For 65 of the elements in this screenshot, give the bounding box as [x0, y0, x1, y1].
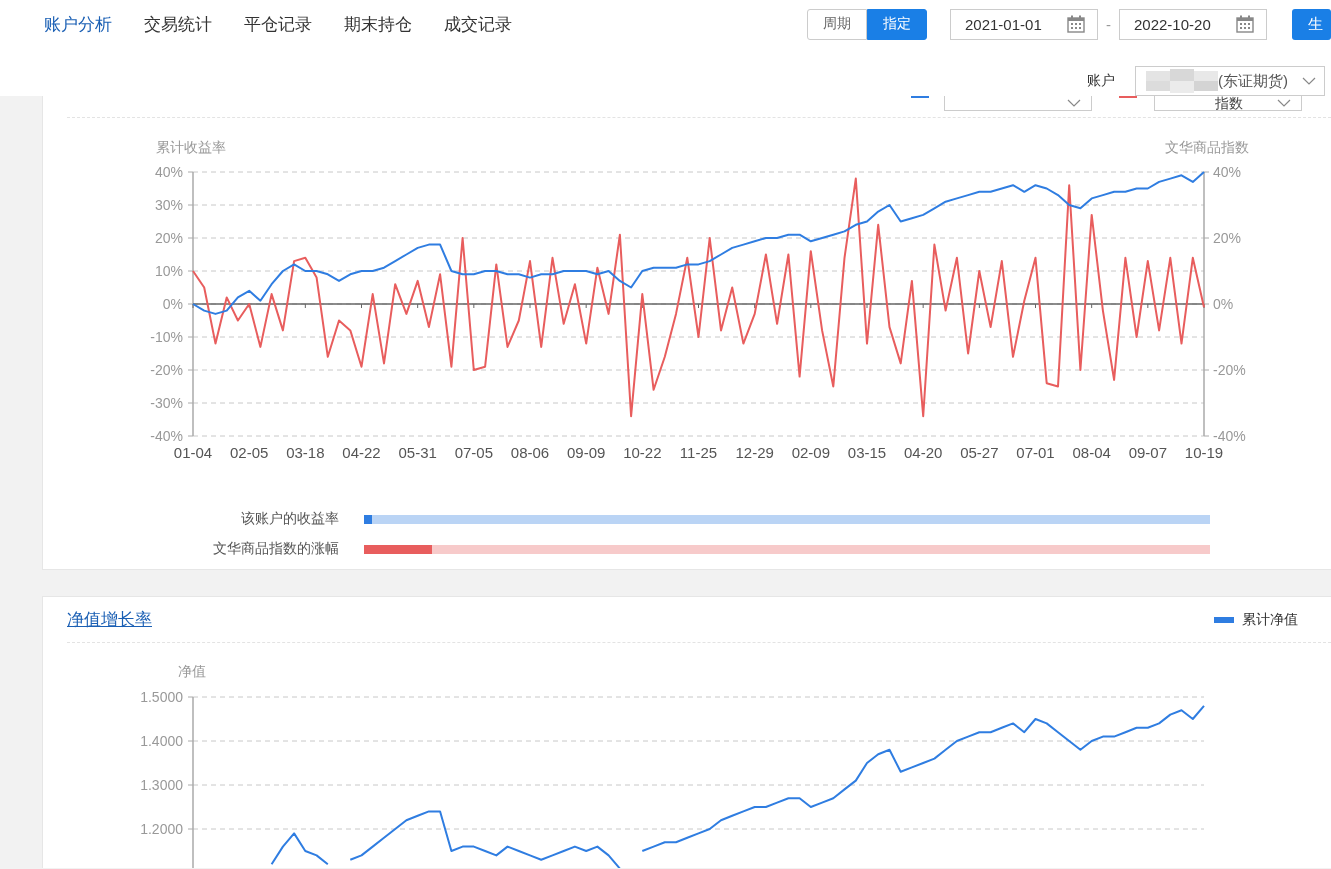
calendar-icon	[1067, 15, 1085, 33]
axis-label: 1.4000	[140, 733, 183, 749]
axis-label: -30%	[150, 395, 183, 411]
axis-label: 03-15	[847, 444, 887, 461]
calendar-icon	[1236, 15, 1254, 33]
toggle-button[interactable]: 周期	[807, 8, 867, 40]
axis-label: 40%	[154, 164, 183, 180]
axis-label: 10%	[154, 263, 183, 279]
axis-label: 10-22	[623, 444, 662, 461]
axis-label: 20%	[154, 230, 183, 246]
nav-tab[interactable]: 成交记录	[444, 12, 512, 36]
date-separator: -	[1106, 15, 1111, 33]
nav-tab[interactable]: 期末持仓	[344, 12, 412, 36]
axis-label: 01-04	[173, 444, 213, 461]
axis-label: -40%	[1213, 428, 1246, 444]
card-title[interactable]: 净值增长率	[67, 608, 152, 631]
generate-button[interactable]: 生	[1292, 8, 1331, 40]
axis-label: -40%	[150, 428, 183, 444]
axis-label: 1.5000	[140, 689, 183, 705]
axis-label: -10%	[150, 329, 183, 345]
chevron-icon	[1067, 99, 1081, 107]
nav-tab[interactable]: 账户分析	[44, 12, 112, 36]
axis-label: 08-04	[1072, 444, 1111, 461]
toggle-button[interactable]: 指定	[867, 8, 927, 40]
axis-label: 10-19	[1184, 444, 1224, 461]
redacted-block	[1146, 69, 1218, 93]
axis-label: 07-01	[1016, 444, 1055, 461]
axis-label: 04-20	[904, 444, 943, 461]
account-dropdown[interactable]: (东证期货)	[1135, 66, 1325, 96]
chevron-icon	[1277, 99, 1291, 107]
axis-label: 03-18	[286, 444, 325, 461]
date-field[interactable]: 2021-01-01	[950, 8, 1098, 40]
nav-tab[interactable]: 平仓记录	[244, 12, 312, 36]
legend-label: 累计净值	[1242, 610, 1298, 629]
axis-title: 累计收益率	[156, 139, 226, 155]
axis-label: 11-25	[679, 444, 718, 461]
axis-label: 08-06	[510, 444, 550, 461]
series-dropdown[interactable]	[944, 96, 1092, 111]
bar-label: 文华商品指数的涨幅	[212, 540, 339, 558]
axis-label: 09-07	[1128, 444, 1167, 461]
axis-label: 0%	[1213, 296, 1234, 312]
axis-label: 02-05	[230, 444, 269, 461]
axis-label: 05-31	[398, 444, 437, 461]
axis-label: 1.2000	[140, 821, 183, 837]
nav-tab[interactable]: 交易统计	[144, 12, 212, 36]
date-field[interactable]: 2022-10-20	[1119, 8, 1267, 40]
axis-label: 40%	[1213, 164, 1242, 180]
axis-label: 12-29	[735, 444, 774, 461]
axis-label: 0%	[162, 296, 183, 312]
axis-label: 07-05	[454, 444, 493, 461]
bar-label: 该账户的收益率	[240, 510, 339, 528]
axis-title: 净值	[178, 663, 206, 679]
axis-label: 09-09	[567, 444, 606, 461]
axis-title: 文华商品指数	[1165, 139, 1249, 155]
axis-label: 05-27	[960, 444, 999, 461]
chevron-icon	[1302, 77, 1316, 85]
axis-label: 1.3000	[140, 777, 183, 793]
series-dropdown[interactable]: 指数	[1154, 96, 1302, 111]
axis-label: 20%	[1213, 230, 1242, 246]
account-label: 账户	[1087, 72, 1115, 90]
axis-label: 30%	[154, 197, 183, 213]
axis-label: 04-22	[342, 444, 381, 461]
axis-label: 02-09	[791, 444, 830, 461]
axis-label: -20%	[1213, 362, 1246, 378]
axis-label: -20%	[150, 362, 183, 378]
